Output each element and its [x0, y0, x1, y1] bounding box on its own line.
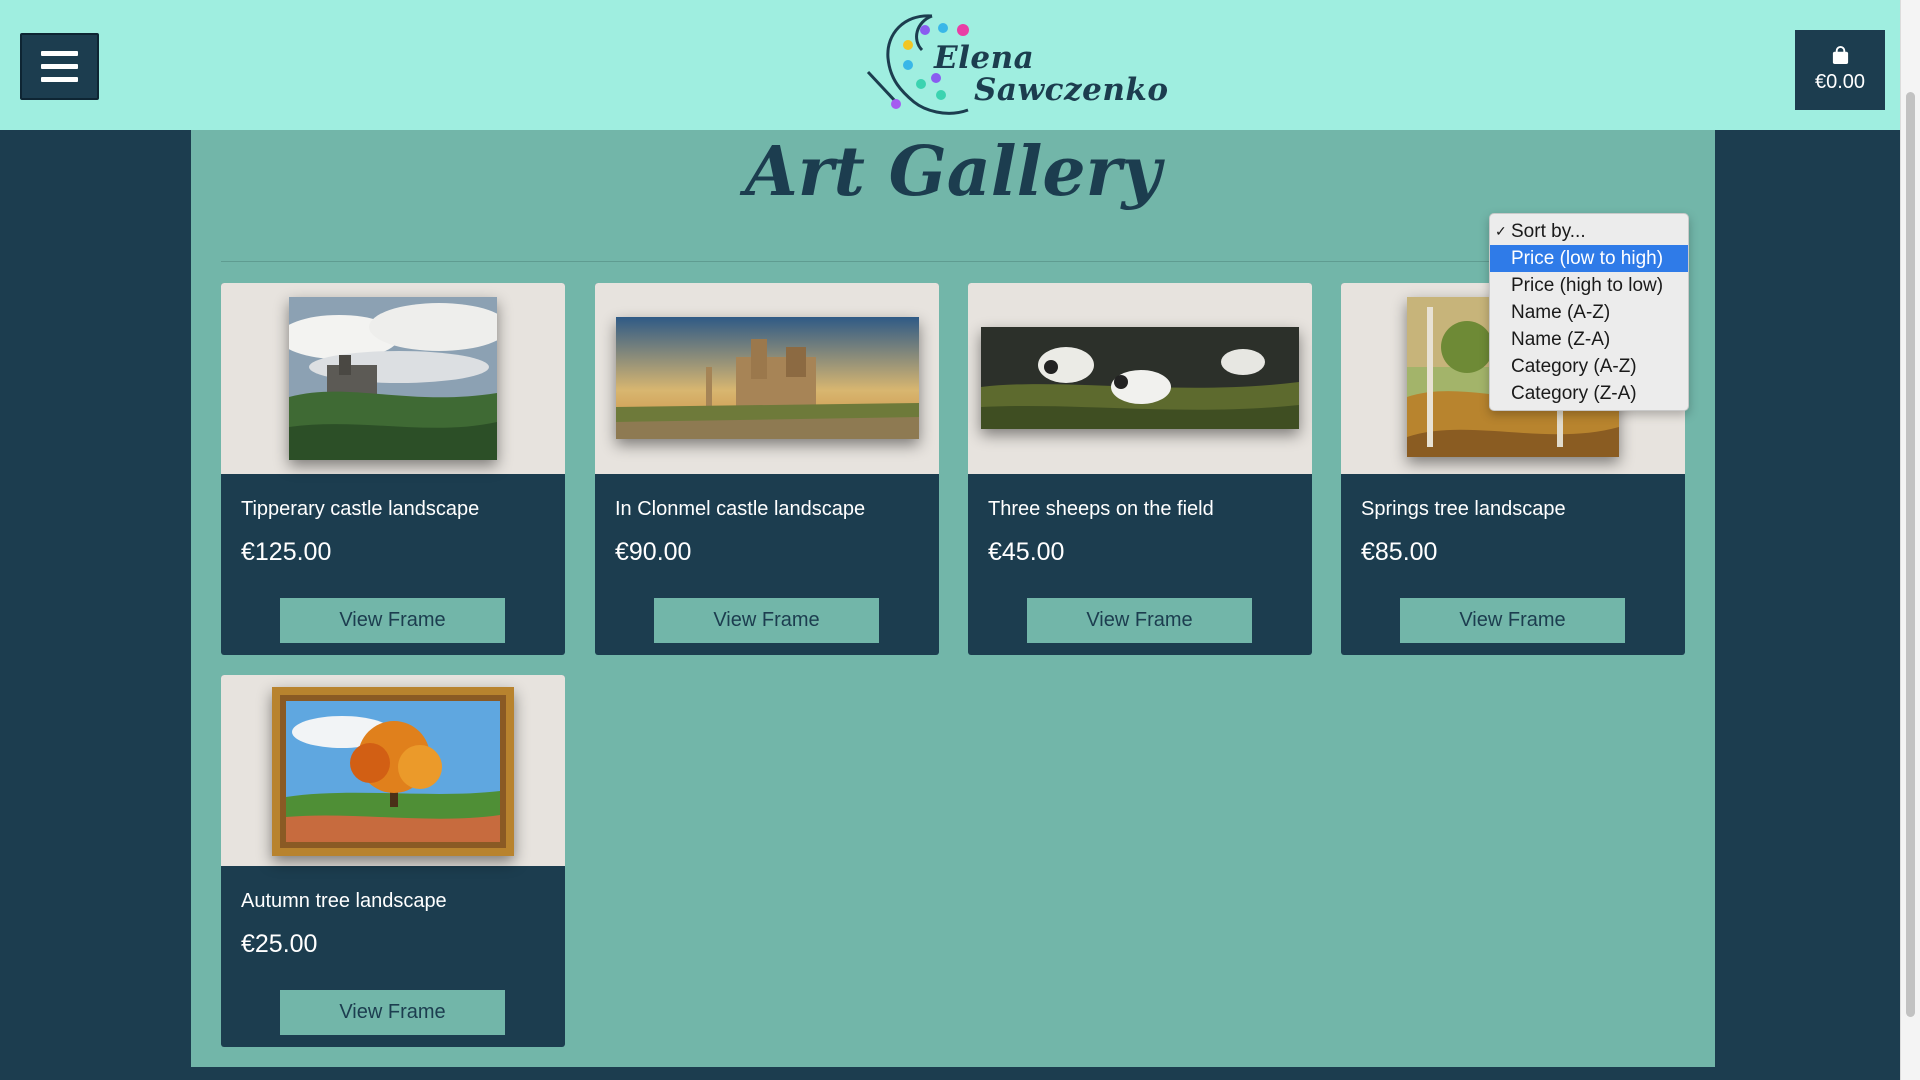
sort-option-label: Sort by...	[1511, 221, 1586, 242]
hamburger-menu-button[interactable]	[20, 33, 99, 100]
product-card: Three sheeps on the field €45.00 View Fr…	[968, 283, 1312, 655]
checkmark-icon: ✓	[1495, 223, 1507, 239]
product-price: €85.00	[1361, 538, 1438, 566]
view-frame-button[interactable]: View Frame	[1027, 598, 1252, 643]
view-frame-button[interactable]: View Frame	[280, 990, 505, 1035]
product-price: €45.00	[988, 538, 1065, 566]
product-name[interactable]: In Clonmel castle landscape	[615, 498, 865, 521]
sort-option-label: Price (high to low)	[1511, 275, 1664, 296]
menu-icon-bar	[41, 77, 78, 82]
page-title: Art Gallery	[744, 132, 1162, 212]
product-name[interactable]: Autumn tree landscape	[241, 890, 447, 913]
product-image-area[interactable]	[221, 283, 565, 474]
product-image-area[interactable]	[595, 283, 939, 474]
logo-first-name: Elena	[934, 40, 1035, 76]
sort-option-name-z-a[interactable]: Name (Z-A)	[1490, 326, 1688, 353]
sort-option-category-z-a[interactable]: Category (Z-A)	[1490, 380, 1688, 407]
view-frame-button[interactable]: View Frame	[1400, 598, 1625, 643]
product-name[interactable]: Springs tree landscape	[1361, 498, 1566, 521]
logo-last-name: Sawczenko	[974, 72, 1169, 108]
gallery-section: Art Gallery Tipperary castle landscape €…	[191, 130, 1715, 1067]
view-frame-button[interactable]: View Frame	[654, 598, 879, 643]
sort-option-name-a-z[interactable]: Name (A-Z)	[1490, 299, 1688, 326]
menu-icon-bar	[41, 64, 78, 69]
view-frame-button[interactable]: View Frame	[280, 598, 505, 643]
painting-thumbnail-autumn-tree	[272, 687, 514, 856]
product-name[interactable]: Tipperary castle landscape	[241, 498, 479, 521]
site-header: Elena Sawczenko €0.00	[0, 0, 1900, 130]
divider	[221, 261, 1686, 262]
painting-thumbnail-castle	[289, 297, 497, 460]
product-image-area[interactable]	[968, 283, 1312, 474]
sort-option-default[interactable]: ✓ Sort by...	[1490, 218, 1688, 245]
painting-thumbnail-castle	[616, 317, 919, 439]
product-card: In Clonmel castle landscape €90.00 View …	[595, 283, 939, 655]
product-price: €125.00	[241, 538, 332, 566]
product-card: Autumn tree landscape €25.00 View Frame	[221, 675, 565, 1047]
painting-thumbnail-sheep	[981, 327, 1299, 429]
scrollbar-thumb[interactable]	[1906, 92, 1915, 1017]
product-image-area[interactable]	[221, 675, 565, 866]
sort-option-label: Name (A-Z)	[1511, 302, 1611, 323]
sort-option-label: Price (low to high)	[1511, 248, 1664, 269]
sort-option-label: Name (Z-A)	[1511, 329, 1611, 350]
sort-option-price-low-high[interactable]: Price (low to high)	[1490, 245, 1688, 272]
product-price: €90.00	[615, 538, 692, 566]
sort-option-label: Category (A-Z)	[1511, 356, 1637, 377]
shopping-bag-icon	[1832, 46, 1848, 65]
cart-button[interactable]: €0.00	[1795, 30, 1885, 110]
cart-total: €0.00	[1814, 71, 1866, 93]
sort-option-price-high-low[interactable]: Price (high to low)	[1490, 272, 1688, 299]
product-price: €25.00	[241, 930, 318, 958]
sort-option-label: Category (Z-A)	[1511, 383, 1637, 404]
product-name[interactable]: Three sheeps on the field	[988, 498, 1214, 521]
sort-dropdown-menu[interactable]: ✓ Sort by... Price (low to high) Price (…	[1489, 213, 1689, 411]
site-logo[interactable]: Elena Sawczenko	[862, 10, 1168, 122]
product-card: Tipperary castle landscape €125.00 View …	[221, 283, 565, 655]
menu-icon-bar	[41, 51, 78, 56]
sort-option-category-a-z[interactable]: Category (A-Z)	[1490, 353, 1688, 380]
